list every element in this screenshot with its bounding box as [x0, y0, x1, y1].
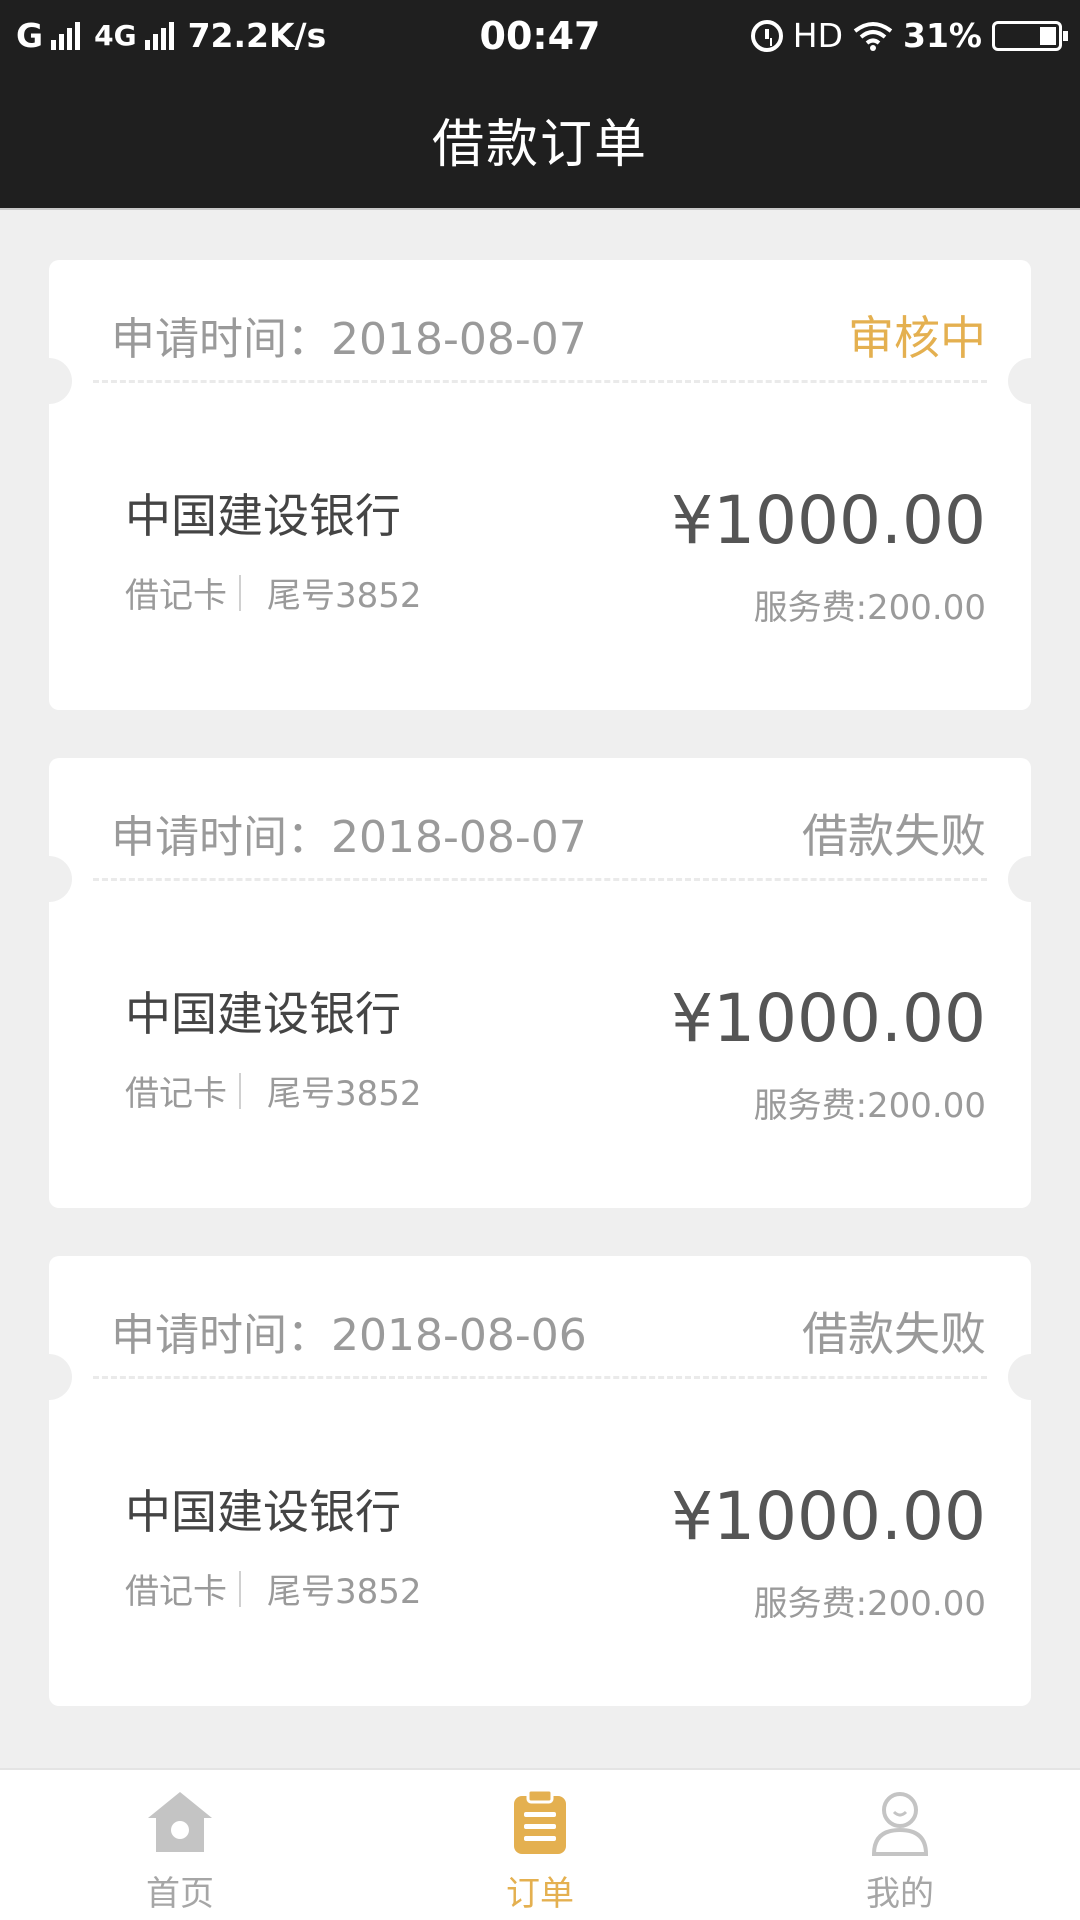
order-card[interactable]: 申请时间：2018-08-07 审核中 中国建设银行 借记卡 尾号3852 ¥1… — [49, 260, 1031, 710]
ticket-notch — [49, 856, 72, 902]
order-date: 申请时间：2018-08-07 — [111, 314, 587, 365]
order-card[interactable]: 申请时间：2018-08-07 借款失败 中国建设银行 借记卡 尾号3852 ¥… — [49, 758, 1031, 1208]
ticket-notch — [1008, 358, 1031, 404]
alarm-icon — [750, 19, 783, 52]
order-card[interactable]: 申请时间：2018-08-06 借款失败 中国建设银行 借记卡 尾号3852 ¥… — [49, 1256, 1031, 1706]
card-type: 借记卡 — [125, 576, 227, 616]
order-card-header: 申请时间：2018-08-06 借款失败 — [111, 1301, 986, 1361]
card-type: 借记卡 — [125, 1074, 227, 1114]
nav-bar: 借款订单 — [0, 70, 1080, 210]
loan-amount: ¥1000.00 — [671, 482, 986, 559]
order-status: 审核中 — [848, 311, 986, 365]
bank-name: 中国建设银行 — [125, 987, 401, 1041]
service-fee: 服务费:200.00 — [753, 1584, 986, 1624]
status-bar-right: HD 31% — [750, 16, 1068, 55]
tab-label: 订单 — [506, 1874, 574, 1914]
card-info: 借记卡 尾号3852 — [125, 568, 422, 617]
card-tail: 尾号3852 — [267, 1572, 422, 1612]
tab-home[interactable]: 首页 — [100, 1788, 260, 1915]
card-tail: 尾号3852 — [267, 1074, 422, 1114]
order-date: 申请时间：2018-08-07 — [111, 812, 587, 863]
status-bar: G 4G 72.2K/s 00:47 HD 31% — [0, 0, 1080, 70]
bank-name: 中国建设银行 — [125, 1485, 401, 1539]
dashed-divider — [93, 1376, 987, 1379]
tab-orders[interactable]: 订单 — [460, 1788, 620, 1915]
dashed-divider — [93, 878, 987, 881]
tab-mine[interactable]: 我的 — [820, 1788, 980, 1915]
ticket-notch — [1008, 856, 1031, 902]
order-status: 借款失败 — [802, 1307, 986, 1361]
separator — [239, 1072, 241, 1109]
battery-icon — [992, 20, 1068, 51]
card-type: 借记卡 — [125, 1572, 227, 1612]
service-fee: 服务费:200.00 — [753, 588, 986, 628]
tab-label: 首页 — [146, 1874, 214, 1914]
loan-amount: ¥1000.00 — [671, 980, 986, 1057]
bank-name: 中国建设银行 — [125, 489, 401, 543]
user-icon — [871, 1792, 929, 1856]
order-card-header: 申请时间：2018-08-07 借款失败 — [111, 803, 986, 863]
order-status: 借款失败 — [802, 809, 986, 863]
hd-indicator: HD — [792, 16, 843, 55]
card-tail: 尾号3852 — [267, 576, 422, 616]
ticket-notch — [1008, 1354, 1031, 1400]
ticket-notch — [49, 358, 72, 404]
tab-bar: 首页 订单 我的 — [0, 1768, 1080, 1920]
service-fee: 服务费:200.00 — [753, 1086, 986, 1126]
dashed-divider — [93, 380, 987, 383]
separator — [239, 1570, 241, 1607]
separator — [239, 574, 241, 611]
card-info: 借记卡 尾号3852 — [125, 1564, 422, 1613]
home-icon — [148, 1792, 212, 1852]
wifi-icon — [853, 21, 893, 51]
order-date: 申请时间：2018-08-06 — [111, 1310, 587, 1361]
ticket-notch — [49, 1354, 72, 1400]
card-info: 借记卡 尾号3852 — [125, 1066, 422, 1115]
clipboard-icon — [514, 1788, 566, 1854]
order-card-header: 申请时间：2018-08-07 审核中 — [111, 305, 986, 365]
tab-label: 我的 — [866, 1874, 934, 1914]
loan-amount: ¥1000.00 — [671, 1478, 986, 1555]
battery-percent: 31% — [903, 16, 982, 55]
page-title: 借款订单 — [431, 114, 648, 175]
